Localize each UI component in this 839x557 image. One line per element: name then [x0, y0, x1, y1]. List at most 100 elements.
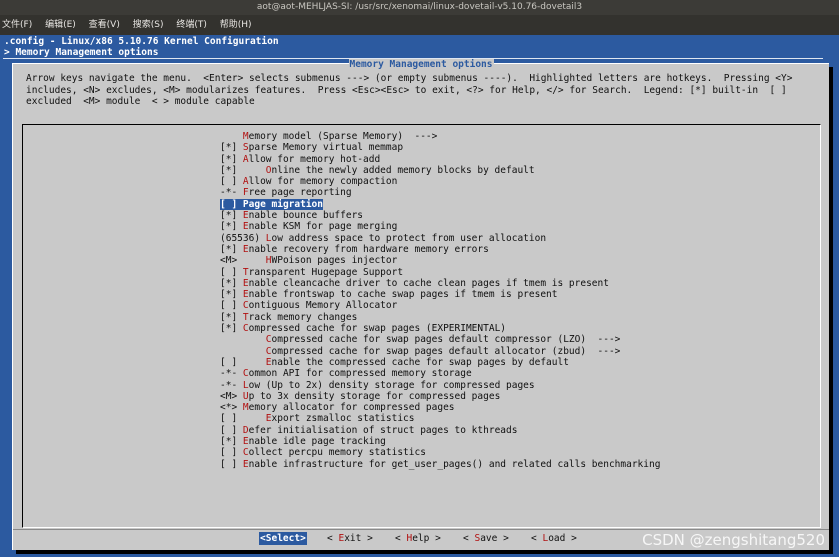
breadcrumb: > Memory Management options — [4, 47, 159, 58]
option-prefix: [ ] — [220, 413, 266, 425]
option-label: efer initialisation of struct pages to k… — [248, 424, 518, 436]
option-item[interactable]: [ ] Collect percpu memory statistics — [220, 447, 660, 458]
option-label: ow address space to protect from user al… — [271, 232, 547, 244]
option-item-text: [*] Online the newly added memory blocks… — [220, 165, 535, 176]
button-label: xit — [344, 533, 362, 544]
option-item[interactable]: [*] Enable idle page tracking — [220, 436, 660, 447]
option-list: Memory model (Sparse Memory) ---> [*] Spa… — [22, 124, 821, 528]
option-item[interactable]: [ ] Enable infrastructure for get_user_p… — [220, 459, 660, 470]
option-item[interactable]: [*] Enable KSM for page merging — [220, 221, 660, 232]
option-item-text: [ ] Enable infrastructure for get_user_p… — [220, 459, 660, 470]
option-label: llow for memory compaction — [248, 176, 398, 188]
option-item[interactable]: [*] Sparse Memory virtual memmap — [220, 142, 660, 153]
option-item[interactable]: <M> Up to 3x density storage for compres… — [220, 391, 660, 402]
option-item[interactable]: [ ] Defer initialisation of struct pages… — [220, 425, 660, 436]
option-item[interactable]: <*> Memory allocator for compressed page… — [220, 402, 660, 413]
option-item-text: [*] Enable bounce buffers — [220, 210, 363, 221]
option-item-text: <*> Memory allocator for compressed page… — [220, 402, 455, 413]
option-label: parse Memory virtual memmap — [248, 142, 404, 154]
option-item[interactable]: -*- Low (Up to 2x) density storage for c… — [220, 380, 660, 391]
load-button[interactable]: < Load > — [531, 532, 577, 545]
option-label: WPoison pages injector — [271, 255, 398, 267]
help-button[interactable]: < Help > — [395, 532, 441, 545]
select-button[interactable]: <Select> — [259, 532, 307, 545]
menu-edit[interactable]: 编辑(E) — [45, 20, 76, 30]
option-label: ommon API for compressed memory storage — [248, 368, 472, 380]
option-prefix: [ ] — [220, 458, 243, 470]
option-label: nable idle page tracking — [248, 436, 386, 448]
option-item[interactable]: (65536) Low address space to protect fro… — [220, 233, 660, 244]
option-item[interactable]: Memory model (Sparse Memory) ---> — [220, 131, 660, 142]
watermark: CSDN @zengshitang520 — [642, 531, 825, 549]
option-label: ontiguous Memory Allocator — [248, 300, 398, 312]
menu-view[interactable]: 查看(V) — [89, 20, 120, 30]
option-prefix: [*] — [220, 311, 243, 323]
option-item[interactable]: -*- Free page reporting — [220, 187, 660, 198]
option-prefix — [220, 334, 266, 345]
option-label: age migration — [248, 198, 323, 210]
option-item[interactable]: <M> HWPoison pages injector — [220, 255, 660, 266]
option-item[interactable]: [*] Enable bounce buffers — [220, 210, 660, 221]
option-label: ow (Up to 2x) density storage for compre… — [248, 379, 535, 391]
option-prefix: [*] — [220, 243, 243, 255]
option-item-text: Compressed cache for swap pages default … — [220, 345, 621, 357]
option-label: ransparent Hugepage Support — [248, 266, 404, 278]
option-item[interactable]: [ ] Enable the compressed cache for swap… — [220, 357, 660, 368]
option-prefix: <M> — [220, 390, 243, 402]
option-item[interactable]: [ ] Transparent Hugepage Support — [220, 267, 660, 278]
option-prefix: [ ] — [220, 356, 266, 368]
option-item-text: <M> Up to 3x density storage for compres… — [220, 391, 500, 402]
button-bracket-close: > — [429, 533, 441, 544]
option-item-text: [*] Track memory changes — [220, 312, 357, 323]
option-item[interactable]: [ ] Allow for memory compaction — [220, 176, 660, 187]
menu-help[interactable]: 帮助(H) — [220, 20, 252, 30]
option-prefix: [ ] — [220, 447, 243, 459]
option-item[interactable]: [*] Track memory changes — [220, 312, 660, 323]
option-item[interactable]: [ ] Export zsmalloc statistics — [220, 413, 660, 424]
option-label: ree page reporting — [248, 187, 352, 199]
option-item[interactable]: Compressed cache for swap pages default … — [220, 346, 660, 357]
option-item[interactable]: [*] Enable frontswap to cache swap pages… — [220, 289, 660, 300]
option-prefix: [ ] — [220, 176, 243, 188]
option-item[interactable]: [*] Compressed cache for swap pages (EXP… — [220, 323, 660, 334]
button-bracket-close: > — [565, 533, 577, 544]
menu-search[interactable]: 搜索(S) — [133, 20, 164, 30]
save-button[interactable]: < Save > — [463, 532, 509, 545]
option-item-text: [ ] Contiguous Memory Allocator — [220, 300, 397, 311]
menu-terminal[interactable]: 终端(T) — [176, 20, 207, 30]
option-item[interactable]: [*] Enable cleancache driver to cache cl… — [220, 278, 660, 289]
menubar: 文件(F) 编辑(E) 查看(V) 搜索(S) 终端(T) 帮助(H) — [0, 15, 839, 35]
option-item-text: [*] Enable KSM for page merging — [220, 221, 397, 232]
option-item-text: -*- Free page reporting — [220, 187, 352, 198]
button-bracket-open: < — [327, 533, 339, 544]
option-item[interactable]: -*- Common API for compressed memory sto… — [220, 368, 660, 379]
option-item-text: [ ] Transparent Hugepage Support — [220, 267, 403, 278]
dialog-title: Memory Management options — [348, 59, 494, 70]
option-label: nable recovery from hardware memory erro… — [248, 243, 489, 255]
option-item[interactable]: [*] Allow for memory hot-add — [220, 154, 660, 165]
option-item[interactable]: [*] Online the newly added memory blocks… — [220, 165, 660, 176]
option-item-text: Compressed cache for swap pages default … — [220, 334, 621, 345]
option-item[interactable]: [ ] Page migration — [220, 198, 660, 211]
option-prefix: [ ] — [220, 266, 243, 278]
config-title: .config - Linux/x86 5.10.76 Kernel Confi… — [4, 36, 279, 47]
menu-file[interactable]: 文件(F) — [2, 20, 32, 30]
exit-button[interactable]: < Exit > — [327, 532, 373, 545]
option-label: ompressed cache for swap pages default a… — [271, 345, 621, 357]
option-prefix: [*] — [220, 277, 243, 289]
option-item[interactable]: Compressed cache for swap pages default … — [220, 334, 660, 345]
button-label: elp — [412, 533, 430, 544]
option-item-text: (65536) Low address space to protect fro… — [220, 233, 546, 244]
button-label: ave — [480, 533, 498, 544]
option-item[interactable]: [ ] Contiguous Memory Allocator — [220, 300, 660, 311]
option-label: emory model (Sparse Memory) ---> — [248, 131, 438, 142]
terminal-area[interactable]: .config - Linux/x86 5.10.76 Kernel Confi… — [0, 35, 839, 557]
button-bracket-close: > — [361, 533, 373, 544]
option-label: nable KSM for page merging — [248, 221, 398, 233]
option-item[interactable]: [*] Enable recovery from hardware memory… — [220, 244, 660, 255]
button-bracket-close: > — [300, 533, 306, 544]
option-prefix: [ ] — [220, 424, 243, 436]
option-prefix: [*] — [220, 436, 243, 448]
option-label: xport zsmalloc statistics — [271, 413, 415, 425]
option-item-text: [*] Enable cleancache driver to cache cl… — [220, 278, 609, 289]
